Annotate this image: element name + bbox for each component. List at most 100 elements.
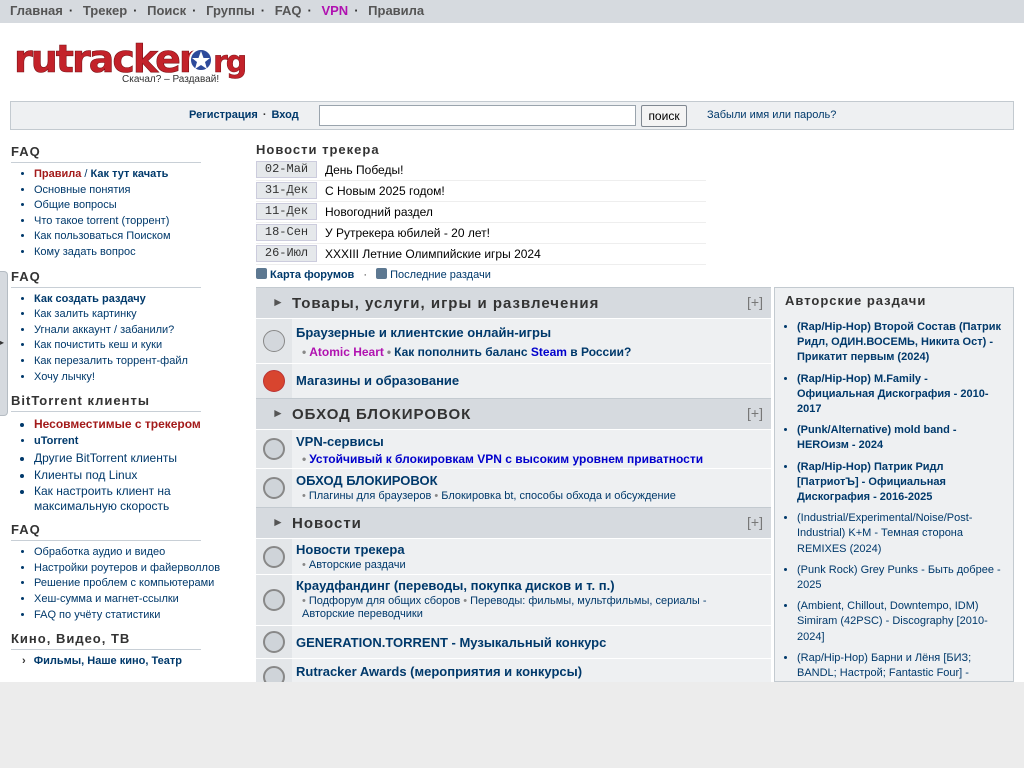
faq-link[interactable]: Кому задать вопрос (34, 246, 136, 258)
nav-faq[interactable]: FAQ (275, 3, 302, 18)
list-item[interactable]: Как залить картинку (34, 307, 249, 323)
list-item[interactable]: Как пользоваться Поиском (34, 229, 249, 245)
list-item[interactable]: Как перезалить торрент-файл (34, 354, 249, 370)
forum-title[interactable]: Браузерные и клиентские онлайн-игры (296, 325, 551, 340)
forum-map-link[interactable]: Карта форумов (270, 269, 354, 281)
faq-link[interactable]: Решение проблем с компьютерами (34, 577, 214, 589)
faq-link[interactable]: Общие вопросы (34, 199, 117, 211)
register-link[interactable]: Регистрация (189, 109, 258, 121)
list-item[interactable]: (Punk/Alternative) mold band - HEROизм -… (797, 423, 1005, 453)
release-link[interactable]: (Punk Rock) Grey Punks - Быть добрее - 2… (797, 564, 1001, 591)
atomic-heart-link[interactable]: Atomic Heart (309, 345, 384, 359)
list-item[interactable]: uTorrent (34, 433, 249, 450)
release-link[interactable]: (Rap/Hip-Hop) Патрик Ридл [ПатриотЪ] - О… (797, 461, 946, 503)
release-link[interactable]: (Punk/Alternative) mold band - HEROизм -… (797, 424, 957, 451)
subforum-link[interactable]: Плагины для браузеров (309, 490, 432, 502)
subforum-link[interactable]: Авторские раздачи (309, 559, 406, 571)
expand-button[interactable]: [+] (747, 514, 763, 530)
news-link[interactable]: С Новым 2025 годом! (325, 184, 445, 198)
category-header[interactable]: ► ОБХОД БЛОКИРОВОК [+] (256, 398, 771, 429)
list-item[interactable]: Общие вопросы (34, 198, 249, 214)
category-title[interactable]: Новости (292, 515, 362, 532)
faq-link[interactable]: Как пользоваться Поиском (34, 230, 171, 242)
steam-link[interactable]: Steam (531, 345, 567, 359)
release-link[interactable]: (Rap/Hip-Hop) Второй Состав (Патрик Ридл… (797, 321, 1001, 363)
nav-search[interactable]: Поиск (147, 3, 186, 18)
nav-tracker[interactable]: Трекер (83, 3, 127, 18)
release-link[interactable]: (Ambient, Chillout, Downtempo, IDM) Simi… (797, 600, 988, 642)
faq-link[interactable]: Хеш-сумма и магнет-ссылки (34, 593, 179, 605)
client-link[interactable]: Клиенты под Linux (34, 468, 137, 482)
forum-title[interactable]: Краудфандинг (переводы, покупка дисков и… (296, 578, 615, 593)
faq-link[interactable]: Как перезалить торрент-файл (34, 355, 188, 367)
list-item[interactable]: (Rap/Hip-Hop) Патрик Ридл [ПатриотЪ] - О… (797, 460, 1005, 506)
faq-link[interactable]: Обработка аудио и видео (34, 546, 165, 558)
teatr-link[interactable]: Театр (151, 655, 182, 667)
forum-title[interactable]: Новости трекера (296, 542, 405, 557)
release-link[interactable]: (Rap/Hip-Hop) Барни и Лёня [БИЗ; BANDL; … (797, 652, 1002, 682)
incompatible-clients-link[interactable]: Несовместимые с трекером (34, 417, 201, 431)
subforum-link[interactable]: Подфорум для общих сборов (309, 595, 460, 607)
category-header[interactable]: ► Новости [+] (256, 507, 771, 538)
list-item[interactable]: Угнали аккаунт / забанили? (34, 323, 249, 339)
category-title[interactable]: ОБХОД БЛОКИРОВОК (292, 406, 471, 423)
news-link[interactable]: XXXIII Летние Олимпийские игры 2024 (325, 247, 541, 261)
list-item[interactable]: (Rap/Hip-Hop) Второй Состав (Патрик Ридл… (797, 320, 1005, 366)
list-item[interactable]: Решение проблем с компьютерами (34, 576, 249, 592)
faq-link[interactable]: Как залить картинку (34, 308, 137, 320)
forum-title[interactable]: ОБХОД БЛОКИРОВОК (296, 473, 438, 488)
faq-link[interactable]: Основные понятия (34, 184, 131, 196)
list-item[interactable]: Другие BitTorrent клиенты (34, 450, 249, 467)
list-item[interactable]: Как почистить кеш и куки (34, 338, 249, 354)
expand-button[interactable]: [+] (747, 405, 763, 421)
faq-link[interactable]: Как почистить кеш и куки (34, 339, 162, 351)
how-to-download-link[interactable]: Как тут качать (91, 168, 169, 180)
nav-groups[interactable]: Группы (206, 3, 255, 18)
list-item[interactable]: (Ambient, Chillout, Downtempo, IDM) Simi… (797, 599, 1005, 645)
utorrent-link[interactable]: uTorrent (34, 435, 78, 447)
category-title[interactable]: Товары, услуги, игры и развлечения (292, 295, 599, 312)
release-link[interactable]: (Industrial/Experimental/Noise/Post-Indu… (797, 512, 972, 554)
faq-link[interactable]: Хочу лычку! (34, 371, 95, 383)
howto-link[interactable]: Как пополнить баланс (394, 345, 531, 359)
release-link[interactable]: (Rap/Hip-Hop) M.Family - Официальная Дис… (797, 373, 989, 415)
client-link[interactable]: Другие BitTorrent клиенты (34, 451, 177, 465)
list-item[interactable]: Настройки роутеров и файерволлов (34, 561, 249, 577)
nav-home[interactable]: Главная (10, 3, 63, 18)
rules-link[interactable]: Правила (34, 168, 81, 180)
subforum-link[interactable]: Блокировка bt, способы обхода и обсужден… (441, 490, 676, 502)
list-item[interactable]: Хочу лычку! (34, 370, 249, 386)
list-item[interactable]: Обработка аудио и видео (34, 545, 249, 561)
russia-link[interactable]: в России? (567, 345, 631, 359)
forum-title[interactable]: GENERATION.TORRENT - Музыкальный конкурс (296, 635, 606, 650)
forum-title[interactable]: VPN-сервисы (296, 434, 384, 449)
nav-rules[interactable]: Правила (368, 3, 424, 18)
news-link[interactable]: День Победы! (325, 163, 403, 177)
search-input[interactable] (319, 105, 636, 126)
client-link[interactable]: Как настроить клиент на максимальную ско… (34, 484, 171, 513)
category-header[interactable]: ► Товары, услуги, игры и развлечения [+] (256, 287, 771, 318)
list-item[interactable]: Что такое torrent (торрент) (34, 214, 249, 230)
list-item[interactable]: Хеш-сумма и магнет-ссылки (34, 592, 249, 608)
expand-button[interactable]: [+] (747, 294, 763, 310)
list-item[interactable]: (Punk Rock) Grey Punks - Быть добрее - 2… (797, 563, 1005, 593)
nashe-kino-link[interactable]: Наше кино (87, 655, 145, 667)
list-item[interactable]: Клиенты под Linux (34, 467, 249, 484)
sidebar-toggle-tab[interactable]: ▸ (0, 271, 8, 416)
forgot-password-link[interactable]: Забыли имя или пароль? (707, 109, 836, 121)
news-link[interactable]: У Рутрекера юбилей - 20 лет! (325, 226, 490, 240)
list-item[interactable]: Несовместимые с трекером (34, 416, 249, 433)
list-item[interactable]: (Rap/Hip-Hop) M.Family - Официальная Дис… (797, 372, 1005, 418)
faq-link[interactable]: FAQ по учёту статистики (34, 609, 160, 621)
list-item[interactable]: Как настроить клиент на максимальную ско… (34, 484, 184, 514)
nav-vpn[interactable]: VPN (321, 3, 348, 18)
list-item[interactable]: Основные понятия (34, 183, 249, 199)
news-link[interactable]: Новогодний раздел (325, 205, 433, 219)
create-release-link[interactable]: Как создать раздачу (34, 293, 146, 305)
latest-releases-link[interactable]: Последние раздачи (390, 269, 491, 281)
list-item[interactable]: Как создать раздачу (34, 292, 249, 308)
films-link[interactable]: Фильмы (34, 655, 81, 667)
subforum-link[interactable]: Устойчивый к блокировкам VPN с высоким у… (309, 452, 703, 466)
faq-link[interactable]: Настройки роутеров и файерволлов (34, 562, 220, 574)
search-button[interactable]: поиск (641, 105, 687, 127)
